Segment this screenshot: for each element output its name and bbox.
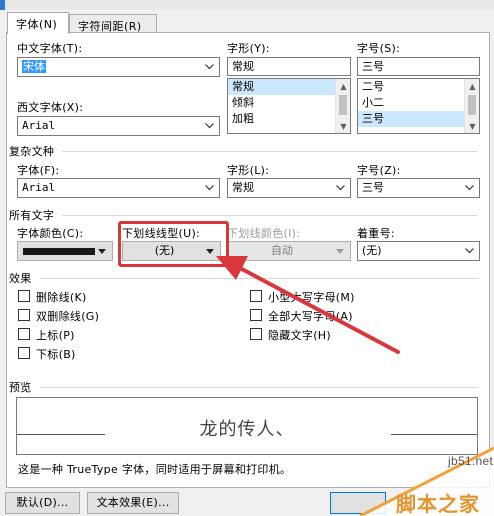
watermark-brand: 脚本之家 [396,492,480,516]
watermark-site: jb51.net [448,454,494,468]
annotation-arrow-icon [216,256,400,354]
